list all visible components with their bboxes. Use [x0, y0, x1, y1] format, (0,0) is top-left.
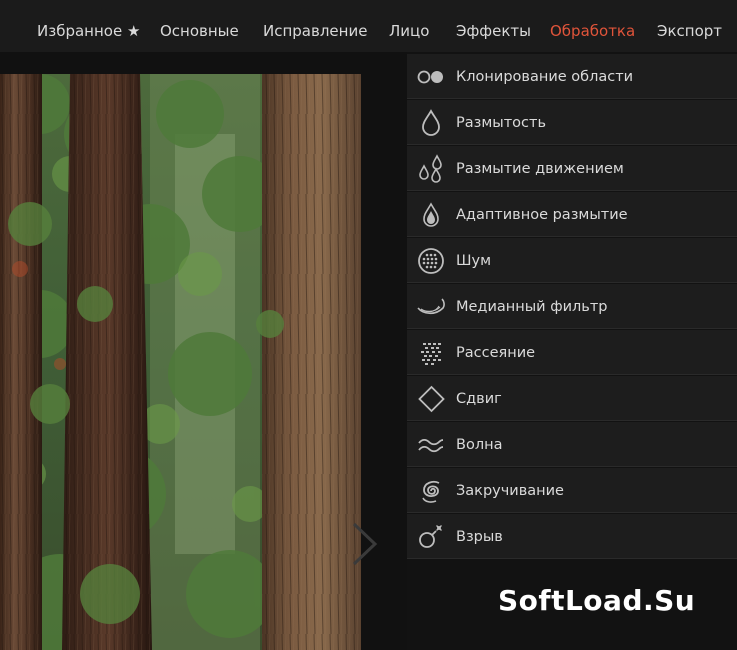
menu-item-swirl[interactable]: Закручивание — [407, 468, 737, 513]
menu-item-adaptive-blur[interactable]: Адаптивное размытие — [407, 192, 737, 237]
menu-item-wave[interactable]: Волна — [407, 422, 737, 467]
menu-item-label: Размытость — [456, 115, 547, 131]
nav-face[interactable]: Лицо — [389, 0, 429, 52]
watermark-text: SoftLoad.Su — [498, 584, 696, 617]
wave-icon — [418, 438, 444, 453]
menu-item-label: Адаптивное размытие — [456, 207, 628, 223]
menu-item-motion-blur[interactable]: Размытие движением — [407, 146, 737, 191]
explosion-icon — [419, 525, 442, 548]
menu-item-explosion[interactable]: Взрыв — [407, 514, 737, 559]
nav-basic[interactable]: Основные — [160, 0, 239, 52]
nav-favorites[interactable]: Избранное ★ — [37, 0, 140, 52]
menu-item-label: Закручивание — [456, 483, 564, 499]
motion-blur-icon — [419, 154, 442, 183]
menu-item-label: Размытие движением — [456, 161, 624, 177]
nav-effects[interactable]: Эффекты — [456, 0, 531, 52]
scatter-icon — [421, 343, 441, 365]
forest-photo — [0, 74, 361, 650]
menu-item-label: Волна — [456, 437, 503, 453]
menu-item-label: Рассеяние — [456, 345, 536, 361]
nav-correction[interactable]: Исправление — [263, 0, 367, 52]
clone-icon — [417, 70, 443, 84]
blur-drop-icon — [422, 109, 440, 136]
menu-item-blur[interactable]: Размытость — [407, 100, 737, 145]
shift-diamond-icon — [418, 385, 445, 413]
median-filter-icon — [417, 298, 445, 315]
photo-canvas-area — [0, 52, 407, 650]
menu-item-scatter[interactable]: Рассеяние — [407, 330, 737, 375]
nav-export[interactable]: Экспорт — [657, 0, 722, 52]
noise-icon — [418, 248, 444, 274]
menu-item-label: Сдвиг — [456, 391, 502, 407]
adaptive-blur-icon — [423, 202, 439, 227]
processing-menu: Клонирование области Размытость Размытие… — [407, 52, 737, 650]
menu-item-noise[interactable]: Шум — [407, 238, 737, 283]
menu-item-shift[interactable]: Сдвиг — [407, 376, 737, 421]
nav-processing[interactable]: Обработка — [550, 0, 635, 52]
menu-item-label: Медианный фильтр — [456, 299, 608, 315]
menu-item-label: Взрыв — [456, 529, 503, 545]
chevron-right-icon[interactable] — [350, 522, 380, 566]
top-navigation: Избранное ★ Основные Исправление Лицо Эф… — [0, 0, 737, 52]
menu-item-median-filter[interactable]: Медианный фильтр — [407, 284, 737, 329]
menu-item-label: Шум — [456, 253, 492, 269]
swirl-icon — [422, 480, 440, 503]
menu-item-clone[interactable]: Клонирование области — [407, 54, 737, 99]
menu-item-label: Клонирование области — [456, 69, 634, 85]
